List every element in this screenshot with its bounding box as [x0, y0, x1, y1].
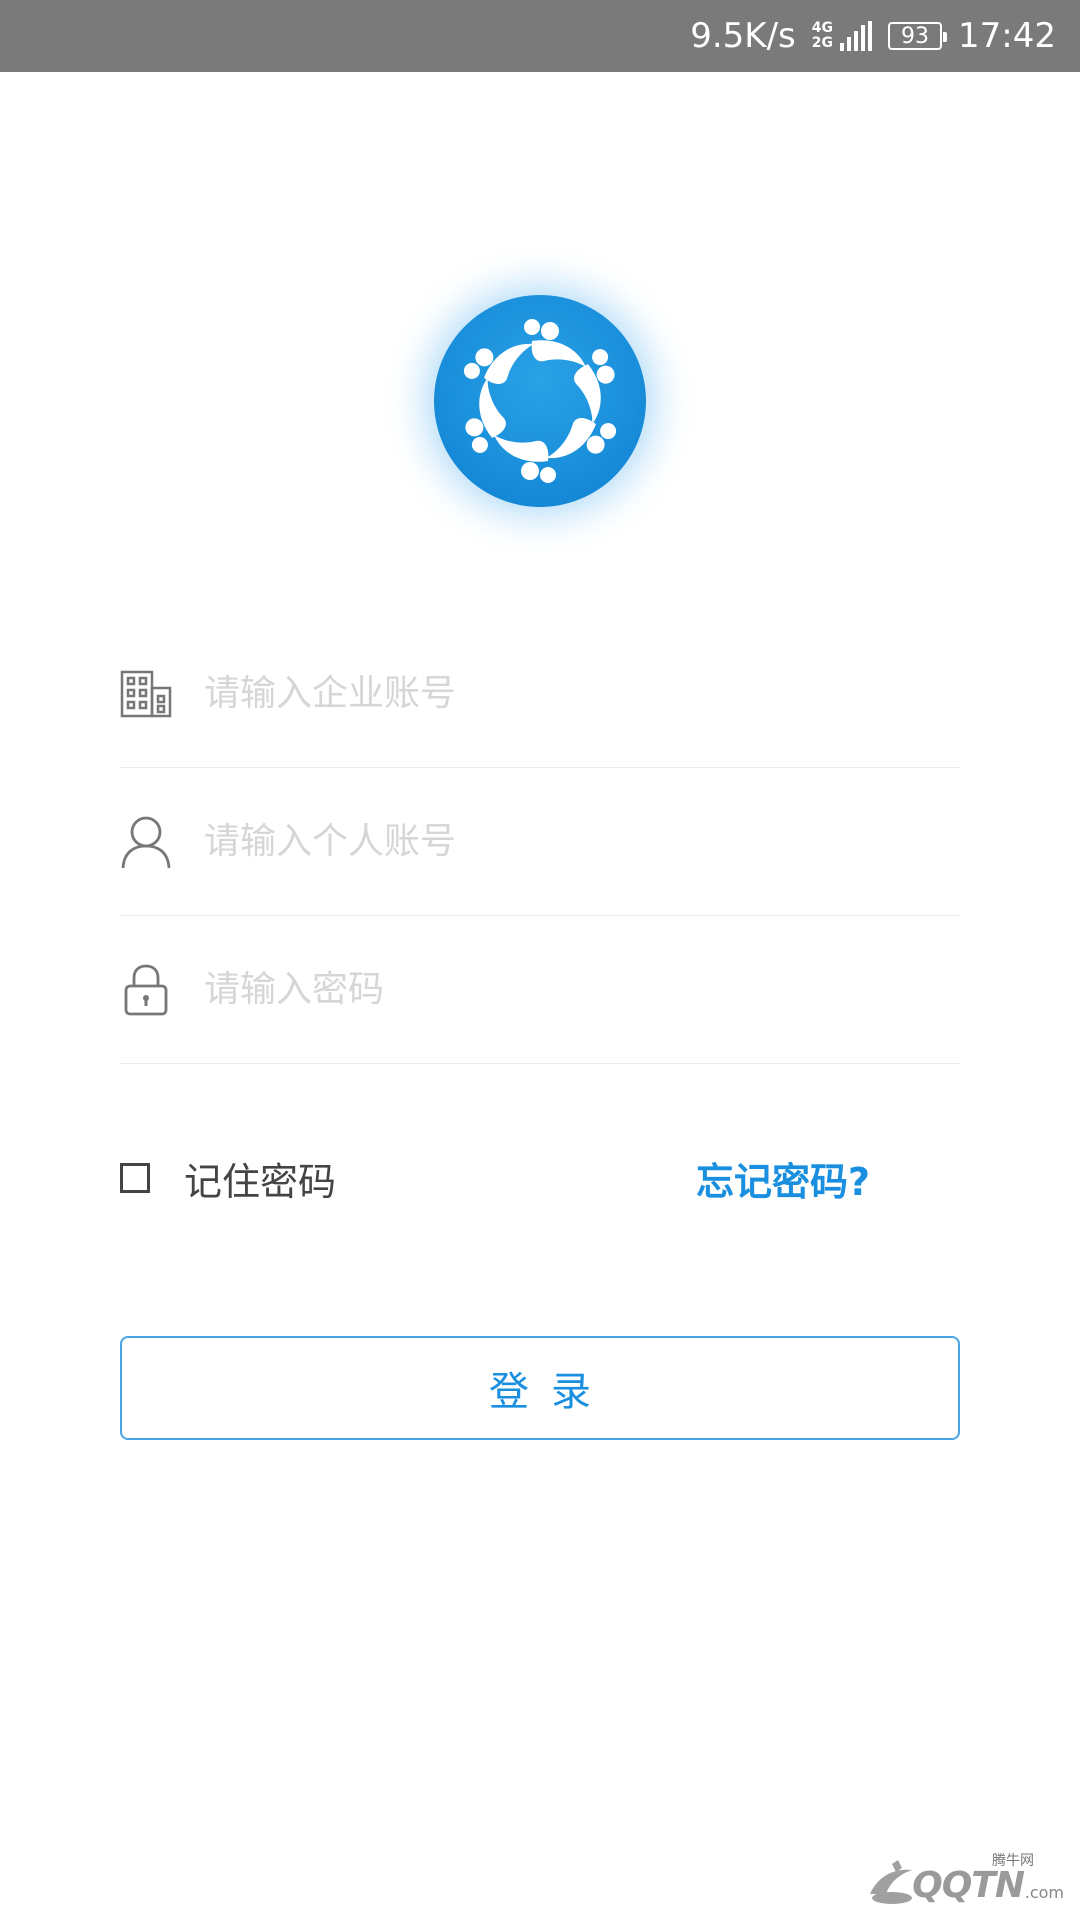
network-speed: 9.5K/s [690, 16, 796, 56]
password-input[interactable] [202, 959, 902, 1020]
clock: 17:42 [958, 16, 1056, 56]
company-account-field [120, 620, 960, 768]
network-type-bottom: 2G [811, 35, 834, 51]
person-icon [120, 814, 172, 870]
battery-icon: 93 [888, 22, 948, 50]
personal-account-input[interactable] [202, 811, 902, 872]
lock-icon [120, 962, 172, 1018]
login-options: 记住密码 忘记密码? [120, 1148, 960, 1208]
watermark-text: QQTN [912, 1865, 1025, 1906]
login-form [120, 620, 960, 1064]
app-logo [434, 295, 646, 507]
qqtn-watermark: 腾牛网 QQTN .com [864, 1850, 1064, 1910]
watermark-suffix: .com [1024, 1883, 1064, 1902]
battery-level: 93 [901, 23, 930, 49]
status-bar: 9.5K/s 4G 2G 93 17:42 [0, 0, 1080, 72]
remember-password-label[interactable]: 记住密码 [184, 1151, 336, 1206]
personal-account-field [120, 768, 960, 916]
forgot-password-link[interactable]: 忘记密码? [696, 1151, 870, 1206]
building-icon [120, 666, 172, 722]
people-star-logo-icon [445, 319, 635, 483]
password-field [120, 916, 960, 1064]
company-account-input[interactable] [202, 663, 902, 724]
signal-icon: 4G 2G [811, 20, 873, 51]
remember-password-checkbox[interactable] [120, 1163, 150, 1193]
login-button[interactable]: 登录 [120, 1336, 960, 1440]
network-type-top: 4G [811, 20, 834, 36]
